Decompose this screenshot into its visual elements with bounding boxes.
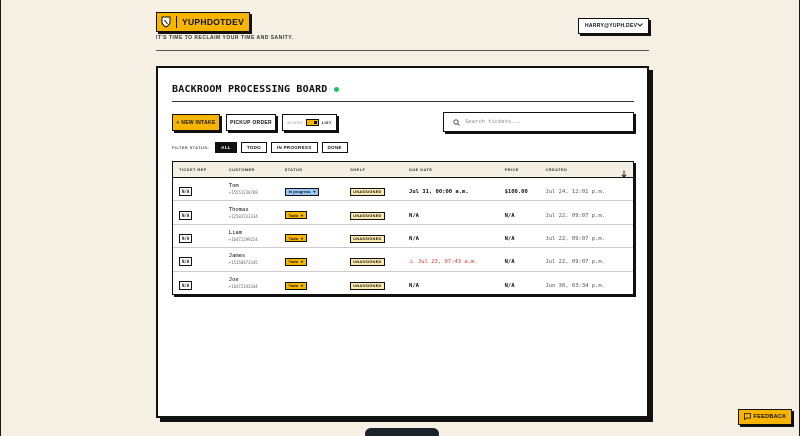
due-date: N/A — [409, 235, 419, 242]
table-row[interactable]: N/A Joe +16472342344 Todo ▾ UNASSIGNED N/… — [173, 272, 633, 295]
col-due-date[interactable]: DUE DATE — [403, 167, 499, 172]
price: N/A — [504, 259, 515, 266]
due-date: Jul 23, 07:43 a.m. — [417, 259, 478, 266]
chevron-down-icon: ▾ — [301, 283, 304, 289]
created-date: Jul 22, 09:07 p.m. — [545, 235, 606, 242]
customer-name: James — [228, 253, 246, 260]
shelf-badge: UNASSIGNED — [350, 188, 385, 197]
shelf-badge: UNASSIGNED — [350, 234, 385, 243]
created-date: Jun 30, 03:34 p.m. — [545, 283, 606, 290]
due-date: Jul 31, 00:00 a.m. — [409, 189, 469, 196]
tickets-table: TICKET REF CUSTOMER STATUS SHELF DUE DAT… — [172, 161, 634, 295]
logo-divider — [176, 16, 177, 28]
col-price[interactable]: PRICE — [499, 167, 540, 172]
price: N/A — [504, 283, 515, 290]
view-switch[interactable] — [305, 119, 319, 126]
table-header: TICKET REF CUSTOMER STATUS SHELF DUE DAT… — [173, 162, 633, 178]
status-label: Todo — [288, 212, 299, 218]
customer-name: Thomas — [228, 206, 249, 213]
customer-phone: +16472299224 — [228, 236, 258, 242]
table-row[interactable]: N/A Tom +15551238769 In progress ▾ UNASSI… — [173, 178, 633, 202]
filter-in-progress[interactable]: IN PROGRESS — [270, 142, 318, 153]
feedback-label: FEEDBACK — [753, 414, 787, 420]
header-divider — [156, 50, 649, 51]
board-title-text: BACKROOM PROCESSING BOARD — [172, 84, 328, 95]
col-customer[interactable]: CUSTOMER — [223, 167, 279, 172]
status-dropdown[interactable]: In progress ▾ — [284, 187, 320, 196]
col-status[interactable]: STATUS — [279, 167, 345, 172]
col-ticket-ref[interactable]: TICKET REF — [173, 167, 223, 172]
status-dropdown[interactable]: Todo ▾ — [284, 257, 308, 266]
view-board-label: BOARD — [287, 120, 304, 125]
ticket-ref: N/A — [179, 281, 193, 291]
ticket-ref: N/A — [179, 257, 193, 267]
status-label: Todo — [288, 259, 299, 265]
chat-bubble-icon — [743, 412, 751, 422]
created-date: Jul 22, 09:07 p.m. — [545, 259, 606, 266]
ticket-ref: N/A — [179, 233, 193, 243]
live-status-dot — [333, 87, 339, 92]
table-row[interactable]: N/A Thomas +12582233334 Todo ▾ UNASSIGNED… — [173, 201, 633, 225]
new-intake-button[interactable]: + NEW INTAKE — [172, 114, 220, 131]
col-shelf[interactable]: SHELF — [344, 167, 403, 172]
logo-text: YUPHDOTDEV — [182, 17, 245, 27]
ticket-ref: N/A — [179, 210, 193, 220]
filter-done[interactable]: DONE — [321, 142, 348, 153]
price: N/A — [504, 212, 515, 219]
table-row[interactable]: N/A Liam +16472299224 Todo ▾ UNASSIGNED N… — [173, 225, 633, 249]
feedback-button[interactable]: FEEDBACK — [738, 409, 792, 425]
filter-all[interactable]: ALL — [215, 142, 237, 153]
logo[interactable]: YUPHDOTDEV — [156, 12, 251, 32]
pickup-order-button[interactable]: PICKUP ORDER — [226, 114, 276, 131]
table-row[interactable]: N/A James +15158473345 Todo ▾ UNASSIGNED … — [173, 248, 633, 272]
customer-phone: +15158473345 — [228, 260, 258, 266]
status-dropdown[interactable]: Todo ▾ — [284, 211, 308, 220]
col-created[interactable]: CREATED — [539, 167, 633, 172]
search-input[interactable] — [465, 119, 625, 125]
filter-todo[interactable]: TODO — [240, 142, 267, 153]
processing-board: BACKROOM PROCESSING BOARD + NEW INTAKE P… — [156, 66, 649, 418]
created-date: Jul 22, 09:07 p.m. — [545, 212, 606, 219]
search-icon — [453, 113, 460, 131]
view-list-label: LIST — [321, 120, 332, 125]
user-email: HARRY@YUPH.DEV — [585, 23, 638, 29]
customer-name: Joe — [228, 277, 239, 284]
customer-phone: +15551238769 — [228, 190, 258, 196]
chevron-down-icon: ▾ — [301, 212, 304, 218]
view-toggle[interactable]: BOARD LIST — [282, 114, 337, 131]
customer-name: Tom — [228, 183, 239, 190]
warning-icon: ⚠ — [409, 259, 414, 266]
filter-label: FILTER STATUS: — [172, 145, 210, 150]
status-dropdown[interactable]: Todo ▾ — [284, 234, 308, 243]
chevron-down-icon: ▾ — [301, 235, 304, 241]
shield-logo-icon — [160, 15, 172, 29]
customer-phone: +12582233334 — [228, 213, 258, 219]
ticket-ref: N/A — [179, 187, 193, 197]
created-date: Jul 24, 12:01 p.m. — [545, 189, 606, 196]
user-menu-button[interactable]: HARRY@YUPH.DEV — [578, 18, 649, 34]
status-filter: FILTER STATUS: ALL TODO IN PROGRESS DONE — [172, 142, 352, 153]
shelf-badge: UNASSIGNED — [350, 211, 385, 220]
due-date: N/A — [409, 283, 419, 290]
status-dropdown[interactable]: Todo ▾ — [284, 281, 308, 290]
chevron-down-icon — [637, 23, 644, 29]
shelf-badge: UNASSIGNED — [350, 282, 385, 291]
price: N/A — [504, 235, 515, 242]
status-label: Todo — [288, 283, 299, 289]
bottom-dock[interactable] — [365, 428, 439, 436]
customer-phone: +16472342344 — [228, 284, 258, 290]
status-label: Todo — [288, 235, 299, 241]
title-divider — [172, 101, 634, 102]
price: $100.00 — [504, 189, 528, 196]
due-date: N/A — [409, 212, 419, 219]
sort-arrow-down-icon[interactable] — [621, 165, 627, 183]
customer-name: Liam — [228, 229, 243, 236]
chevron-down-icon: ▾ — [313, 189, 316, 195]
shelf-badge: UNASSIGNED — [350, 258, 385, 267]
search-box[interactable] — [443, 112, 634, 132]
board-title: BACKROOM PROCESSING BOARD — [172, 84, 339, 95]
tagline: IT'S TIME TO RECLAIM YOUR TIME AND SANIT… — [156, 35, 294, 41]
chevron-down-icon: ▾ — [301, 259, 304, 265]
status-label: In progress — [288, 189, 311, 195]
